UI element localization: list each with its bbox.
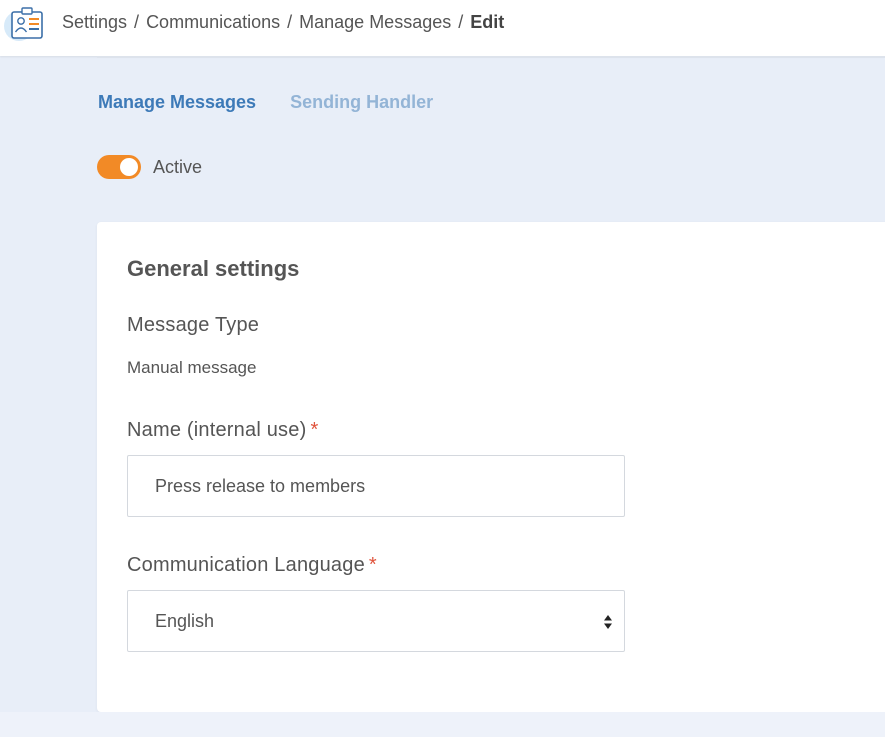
- name-input[interactable]: Press release to members: [127, 455, 625, 517]
- top-bar: Settings / Communications / Manage Messages /…: [0, 0, 885, 56]
- breadcrumb-separator: /: [134, 12, 140, 32]
- active-toggle[interactable]: [97, 155, 141, 179]
- active-label: Active: [153, 156, 203, 177]
- language-field-label: Communication Language *: [127, 554, 377, 577]
- message-type-label: Message Type: [127, 314, 260, 336]
- breadcrumb-separator: /: [458, 12, 464, 32]
- general-settings-card: General settings Message Type Manual mes…: [97, 222, 885, 712]
- message-type-value: Manual message: [127, 358, 257, 377]
- language-label-text: Communication Language: [127, 554, 365, 576]
- toggle-knob: [120, 158, 138, 176]
- active-toggle-row: Active: [97, 155, 202, 179]
- breadcrumb-settings[interactable]: Settings: [62, 12, 127, 32]
- divider: [97, 56, 885, 58]
- language-selected-value: English: [155, 610, 215, 631]
- required-asterisk: *: [310, 419, 319, 441]
- card-title: General settings: [127, 256, 300, 281]
- tab-bar: Manage Messages Sending Handler: [98, 92, 433, 113]
- tab-sending-handler[interactable]: Sending Handler: [290, 92, 433, 113]
- required-asterisk: *: [368, 554, 377, 576]
- breadcrumb-communications[interactable]: Communications: [146, 12, 280, 32]
- contacts-app-icon[interactable]: [4, 5, 44, 41]
- language-select[interactable]: English: [127, 590, 625, 652]
- breadcrumb-current: Edit: [470, 12, 505, 32]
- page-footer-background: [0, 712, 885, 737]
- tab-manage-messages[interactable]: Manage Messages: [98, 92, 256, 113]
- name-field-label: Name (internal use) *: [127, 419, 318, 442]
- breadcrumb-manage-messages[interactable]: Manage Messages: [299, 12, 451, 32]
- select-arrows-icon: [604, 615, 612, 629]
- breadcrumb: Settings / Communications / Manage Messages /…: [62, 12, 504, 33]
- name-input-value: Press release to members: [155, 475, 366, 496]
- name-label-text: Name (internal use): [127, 419, 307, 441]
- breadcrumb-separator: /: [287, 12, 293, 32]
